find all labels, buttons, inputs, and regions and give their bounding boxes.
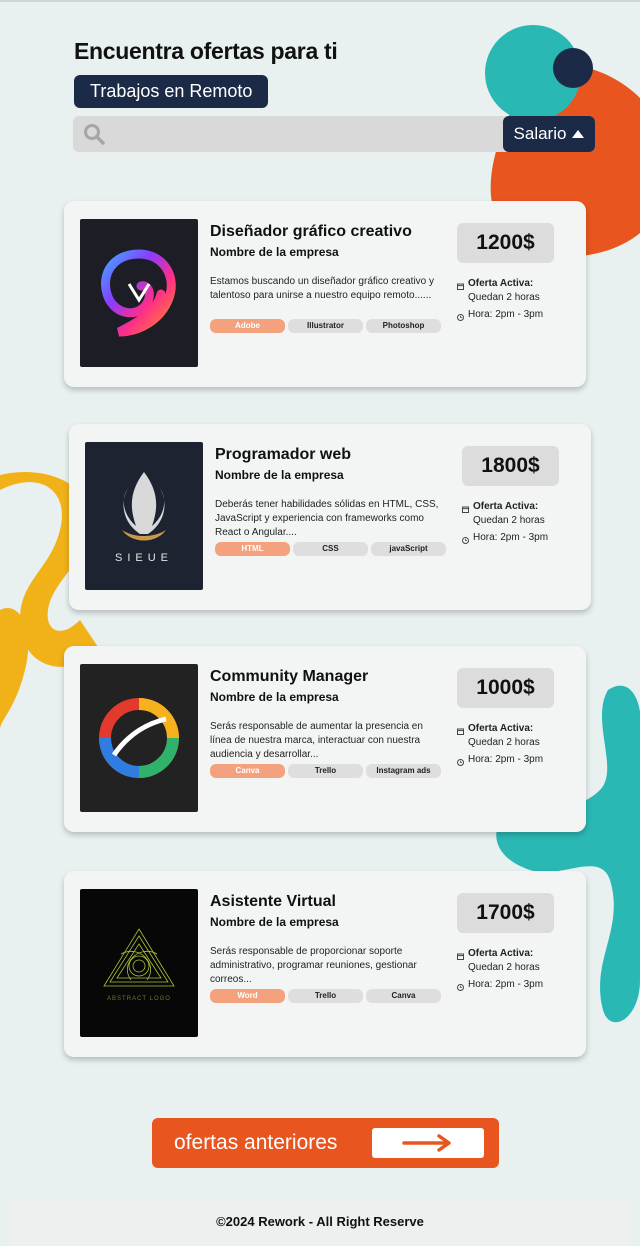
salary-sort-button[interactable]: Salario	[503, 116, 595, 152]
clock-icon	[457, 982, 464, 991]
clock-icon	[457, 757, 464, 766]
work-hours: Hora: 2pm - 3pm	[468, 754, 544, 765]
company-logo	[80, 664, 198, 812]
work-hours: Hora: 2pm - 3pm	[468, 979, 544, 990]
skill-tag[interactable]: Adobe	[210, 319, 285, 333]
job-title[interactable]: Programador web	[215, 446, 447, 464]
job-card[interactable]: Community Manager Nombre de la empresa S…	[64, 646, 586, 832]
calendar-icon	[457, 281, 464, 290]
logo-wordmark: SIEUE	[114, 552, 173, 564]
offer-meta: Oferta Activa: Quedan 2 horas Hora: 2pm …	[457, 277, 543, 322]
skill-tag[interactable]: HTML	[215, 542, 290, 556]
company-logo	[80, 219, 198, 367]
skill-tags: Word Trello Canva	[210, 989, 442, 1003]
company-name: Nombre de la empresa	[210, 245, 339, 259]
time-remaining: Quedan 2 horas	[468, 962, 540, 973]
skill-tag[interactable]: Canva	[366, 989, 441, 1003]
offer-status: Oferta Activa:	[468, 278, 534, 289]
time-remaining: Quedan 2 horas	[468, 737, 540, 748]
calendar-icon	[457, 951, 464, 960]
company-logo: SIEUE	[85, 442, 203, 590]
category-pill[interactable]: Trabajos en Remoto	[74, 75, 269, 108]
salary-badge: 1700$	[457, 893, 554, 933]
company-name: Nombre de la empresa	[210, 915, 339, 929]
job-title[interactable]: Diseñador gráfico creativo	[210, 223, 442, 241]
job-title[interactable]: Asistente Virtual	[210, 893, 442, 911]
job-description: Estamos buscando un diseñador gráfico cr…	[210, 276, 435, 301]
skill-tag[interactable]: CSS	[293, 542, 368, 556]
page-title: Encuentra ofertas para ti	[74, 38, 338, 64]
logo-wordmark: ABSTRACT LOGO	[107, 996, 171, 1002]
previous-offers-button[interactable]: ofertas anteriores	[152, 1118, 499, 1168]
job-description: Serás responsable de proporcionar soport…	[210, 946, 417, 985]
clock-icon	[462, 535, 469, 544]
skill-tag[interactable]: Trello	[288, 764, 363, 778]
offer-status: Oferta Activa:	[468, 723, 534, 734]
salary-badge: 1000$	[457, 668, 554, 708]
offer-meta: Oferta Activa: Quedan 2 horas Hora: 2pm …	[457, 947, 543, 992]
salary-badge: 1800$	[462, 446, 559, 486]
calendar-icon	[457, 726, 464, 735]
skill-tag[interactable]: javaScript	[371, 542, 446, 556]
work-hours: Hora: 2pm - 3pm	[473, 532, 549, 543]
calendar-icon	[462, 504, 469, 513]
skill-tags: Adobe Illustrator Photoshop	[210, 319, 442, 333]
skill-tags: Canva Trello Instagram ads	[210, 764, 442, 778]
job-info: Diseñador gráfico creativo Nombre de la …	[210, 223, 442, 333]
skill-tag[interactable]: Trello	[288, 989, 363, 1003]
offer-status: Oferta Activa:	[468, 948, 534, 959]
previous-offers-label: ofertas anteriores	[174, 1131, 338, 1154]
company-logo: ABSTRACT LOGO	[80, 889, 198, 1037]
job-card[interactable]: ABSTRACT LOGO Asistente Virtual Nombre d…	[64, 871, 586, 1057]
job-description: Deberás tener habilidades sólidas en HTM…	[215, 499, 439, 538]
offer-meta: Oferta Activa: Quedan 2 horas Hora: 2pm …	[462, 500, 548, 545]
job-card[interactable]: Diseñador gráfico creativo Nombre de la …	[64, 201, 586, 387]
copyright-text: ©2024 Rework - All Right Reserve	[216, 1214, 424, 1229]
skill-tag[interactable]: Word	[210, 989, 285, 1003]
job-title[interactable]: Community Manager	[210, 668, 442, 686]
triangle-up-icon	[572, 130, 585, 138]
company-name: Nombre de la empresa	[215, 468, 344, 482]
offer-status: Oferta Activa:	[473, 501, 539, 512]
salary-sort-label: Salario	[513, 124, 567, 143]
skill-tag[interactable]: Illustrator	[288, 319, 363, 333]
search-icon[interactable]	[79, 119, 109, 149]
job-description: Serás responsable de aumentar la presenc…	[210, 721, 423, 760]
clock-icon	[457, 312, 464, 321]
search-bar: Salario	[73, 116, 595, 152]
time-remaining: Quedan 2 horas	[473, 515, 545, 526]
search-input[interactable]	[109, 116, 503, 152]
time-remaining: Quedan 2 horas	[468, 292, 540, 303]
skill-tag[interactable]: Instagram ads	[366, 764, 441, 778]
offer-meta: Oferta Activa: Quedan 2 horas Hora: 2pm …	[457, 722, 543, 767]
job-info: Asistente Virtual Nombre de la empresa S…	[210, 893, 442, 1003]
skill-tag[interactable]: Canva	[210, 764, 285, 778]
work-hours: Hora: 2pm - 3pm	[468, 309, 544, 320]
arrow-right-icon	[372, 1128, 484, 1158]
salary-badge: 1200$	[457, 223, 554, 263]
job-info: Programador web Nombre de la empresa Deb…	[215, 446, 447, 556]
skill-tags: HTML CSS javaScript	[215, 542, 447, 556]
skill-tag[interactable]: Photoshop	[366, 319, 441, 333]
top-divider	[0, 0, 640, 2]
job-info: Community Manager Nombre de la empresa S…	[210, 668, 442, 778]
page-header: Encuentra ofertas para ti Trabajos en Re…	[74, 38, 338, 108]
company-name: Nombre de la empresa	[210, 690, 339, 704]
footer: ©2024 Rework - All Right Reserve	[10, 1197, 630, 1246]
job-card[interactable]: SIEUE Programador web Nombre de la empre…	[69, 424, 591, 610]
